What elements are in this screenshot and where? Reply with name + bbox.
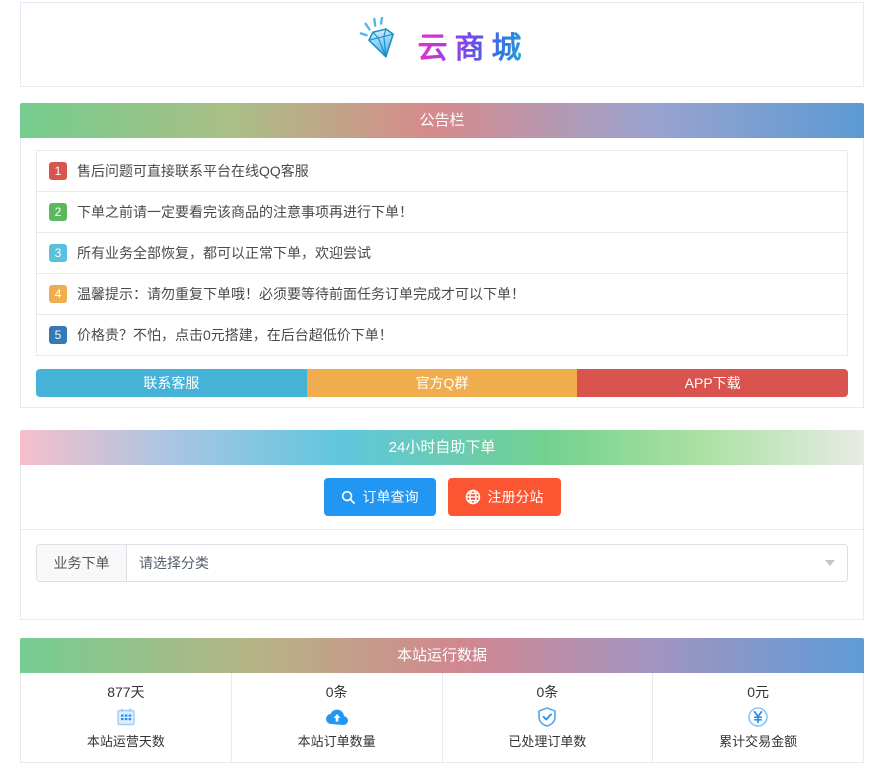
official-qq-group-button[interactable]: 官方Q群 xyxy=(306,369,578,397)
app-download-button[interactable]: APP下载 xyxy=(577,369,849,397)
announcement-item: 1 售后问题可直接联系平台在线QQ客服 xyxy=(36,150,848,192)
chevron-down-icon xyxy=(825,560,835,566)
logo-link[interactable]: 云商城 xyxy=(356,16,529,72)
stat-processed-orders: 0条 已处理订单数 xyxy=(443,673,654,762)
announcement-text: 价格贵？不怕，点击0元搭建，在后台超低价下单！ xyxy=(77,327,393,343)
announcement-text: 温馨提示：请勿重复下单哦！必须要等待前面任务订单完成才可以下单！ xyxy=(77,286,525,302)
stat-running-days: 877天 本站运营天数 xyxy=(21,673,232,762)
order-section: 24小时自助下单 订单查询 注册分站 业务下单 请选择分类 xyxy=(20,430,864,620)
yen-circle-icon xyxy=(653,704,863,730)
stat-label: 累计交易金额 xyxy=(719,734,798,749)
calendar-icon xyxy=(21,704,231,730)
category-select-placeholder: 请选择分类 xyxy=(139,555,209,571)
site-title: 云商城 xyxy=(418,23,529,67)
item-number-badge: 5 xyxy=(49,326,67,344)
category-field: 业务下单 请选择分类 xyxy=(36,544,848,582)
site-header: 云商城 xyxy=(20,2,864,87)
diamond-icon xyxy=(356,16,406,72)
stat-label: 已处理订单数 xyxy=(508,734,587,749)
announcement-text: 售后问题可直接联系平台在线QQ客服 xyxy=(77,163,309,179)
announcement-text: 下单之前请一定要看完该商品的注意事项再进行下单！ xyxy=(77,204,413,220)
announcement-item: 4 温馨提示：请勿重复下单哦！必须要等待前面任务订单完成才可以下单！ xyxy=(36,273,848,315)
item-number-badge: 2 xyxy=(49,203,67,221)
order-query-button[interactable]: 订单查询 xyxy=(323,478,436,516)
announcement-item: 3 所有业务全部恢复，都可以正常下单，欢迎尝试 xyxy=(36,232,848,274)
stat-value: 0条 xyxy=(536,684,559,700)
item-number-badge: 3 xyxy=(49,244,67,262)
cloud-upload-icon xyxy=(232,704,442,730)
order-form: 业务下单 请选择分类 xyxy=(21,530,863,619)
order-query-label: 订单查询 xyxy=(362,489,419,505)
category-field-label: 业务下单 xyxy=(37,545,127,581)
item-number-badge: 1 xyxy=(49,162,67,180)
announcement-header: 公告栏 xyxy=(20,103,864,138)
stat-label: 本站运营天数 xyxy=(86,734,165,749)
shield-check-icon xyxy=(443,704,653,730)
announcement-button-row: 联系客服 官方Q群 APP下载 xyxy=(36,369,849,397)
item-number-badge: 4 xyxy=(49,285,67,303)
announcement-card: 1 售后问题可直接联系平台在线QQ客服 2 下单之前请一定要看完该商品的注意事项… xyxy=(20,138,864,408)
page: 云商城 公告栏 1 售后问题可直接联系平台在线QQ客服 2 下单之前请一定要看完… xyxy=(20,0,864,763)
stats-card: 877天 本站运营天数 0条 本站订单数量 0条 已处理订单数 0元 累计交易金… xyxy=(20,673,864,763)
announcement-text: 所有业务全部恢复，都可以正常下单，欢迎尝试 xyxy=(77,245,371,261)
order-action-row: 订单查询 注册分站 xyxy=(21,465,863,530)
announcement-item: 2 下单之前请一定要看完该商品的注意事项再进行下单！ xyxy=(36,191,848,233)
order-header: 24小时自助下单 xyxy=(20,430,864,465)
register-substation-button[interactable]: 注册分站 xyxy=(447,478,561,516)
category-select[interactable]: 请选择分类 xyxy=(127,545,847,581)
contact-service-button[interactable]: 联系客服 xyxy=(36,369,307,397)
stat-value: 0条 xyxy=(325,684,348,700)
stats-section: 本站运行数据 877天 本站运营天数 0条 本站订单数量 0条 已处理订单数 0… xyxy=(20,638,864,763)
stat-value: 0元 xyxy=(747,684,770,700)
announcement-section: 公告栏 1 售后问题可直接联系平台在线QQ客服 2 下单之前请一定要看完该商品的… xyxy=(20,103,864,408)
stat-value: 877天 xyxy=(107,684,145,700)
announcement-item: 5 价格贵？不怕，点击0元搭建，在后台超低价下单！ xyxy=(36,314,848,356)
stat-order-count: 0条 本站订单数量 xyxy=(232,673,443,762)
stat-label: 本站订单数量 xyxy=(297,734,376,749)
search-icon xyxy=(341,490,356,505)
stat-total-amount: 0元 累计交易金额 xyxy=(653,673,863,762)
globe-icon xyxy=(465,489,481,505)
stats-header: 本站运行数据 xyxy=(20,638,864,673)
order-card: 订单查询 注册分站 业务下单 请选择分类 xyxy=(20,465,864,620)
register-substation-label: 注册分站 xyxy=(487,489,544,505)
